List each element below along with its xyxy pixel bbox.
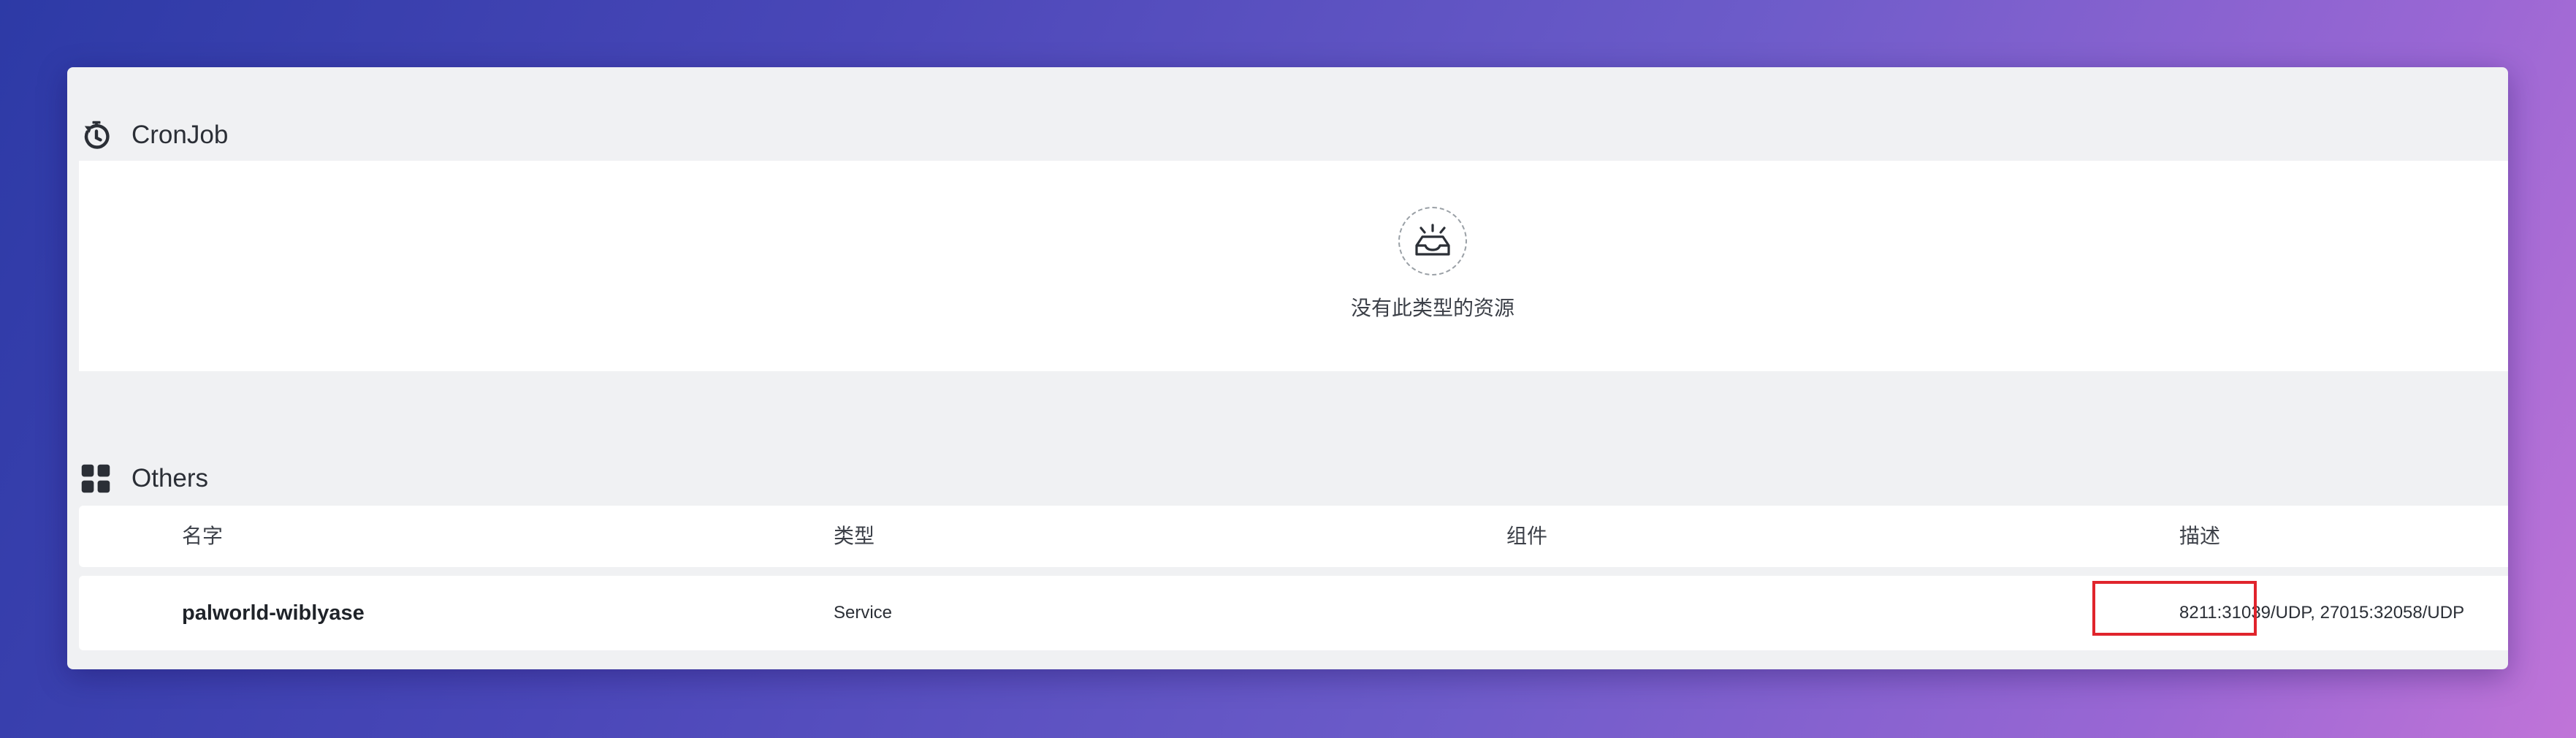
column-header-description[interactable]: 描述	[2179, 506, 2220, 567]
cronjob-section-title: CronJob	[132, 121, 229, 149]
resource-card: CronJob 没有此类型的资源 Others 名字 类型 组件 描述 palw…	[67, 67, 2508, 669]
column-header-name[interactable]: 名字	[182, 506, 223, 567]
table-row[interactable]: palworld-wiblyase Service 8211:31039/UDP…	[79, 576, 2508, 650]
grid-apps-icon	[80, 463, 111, 494]
resource-table-header: 名字 类型 组件 描述	[79, 506, 2508, 567]
cronjob-empty-panel: 没有此类型的资源	[79, 161, 2508, 371]
column-header-component[interactable]: 组件	[1506, 506, 1547, 567]
others-section-title: Others	[132, 464, 209, 492]
empty-inbox-icon	[1398, 207, 1467, 275]
column-header-type[interactable]: 类型	[834, 506, 874, 567]
cronjob-section-header: CronJob	[67, 110, 2508, 161]
empty-state-message: 没有此类型的资源	[1350, 297, 1514, 319]
row-description: 8211:31039/UDP, 27015:32058/UDP	[2179, 603, 2465, 623]
others-section-header: Others	[67, 453, 2508, 504]
row-name[interactable]: palworld-wiblyase	[182, 576, 365, 650]
row-type: Service	[834, 603, 893, 623]
timer-reset-icon	[80, 119, 113, 151]
